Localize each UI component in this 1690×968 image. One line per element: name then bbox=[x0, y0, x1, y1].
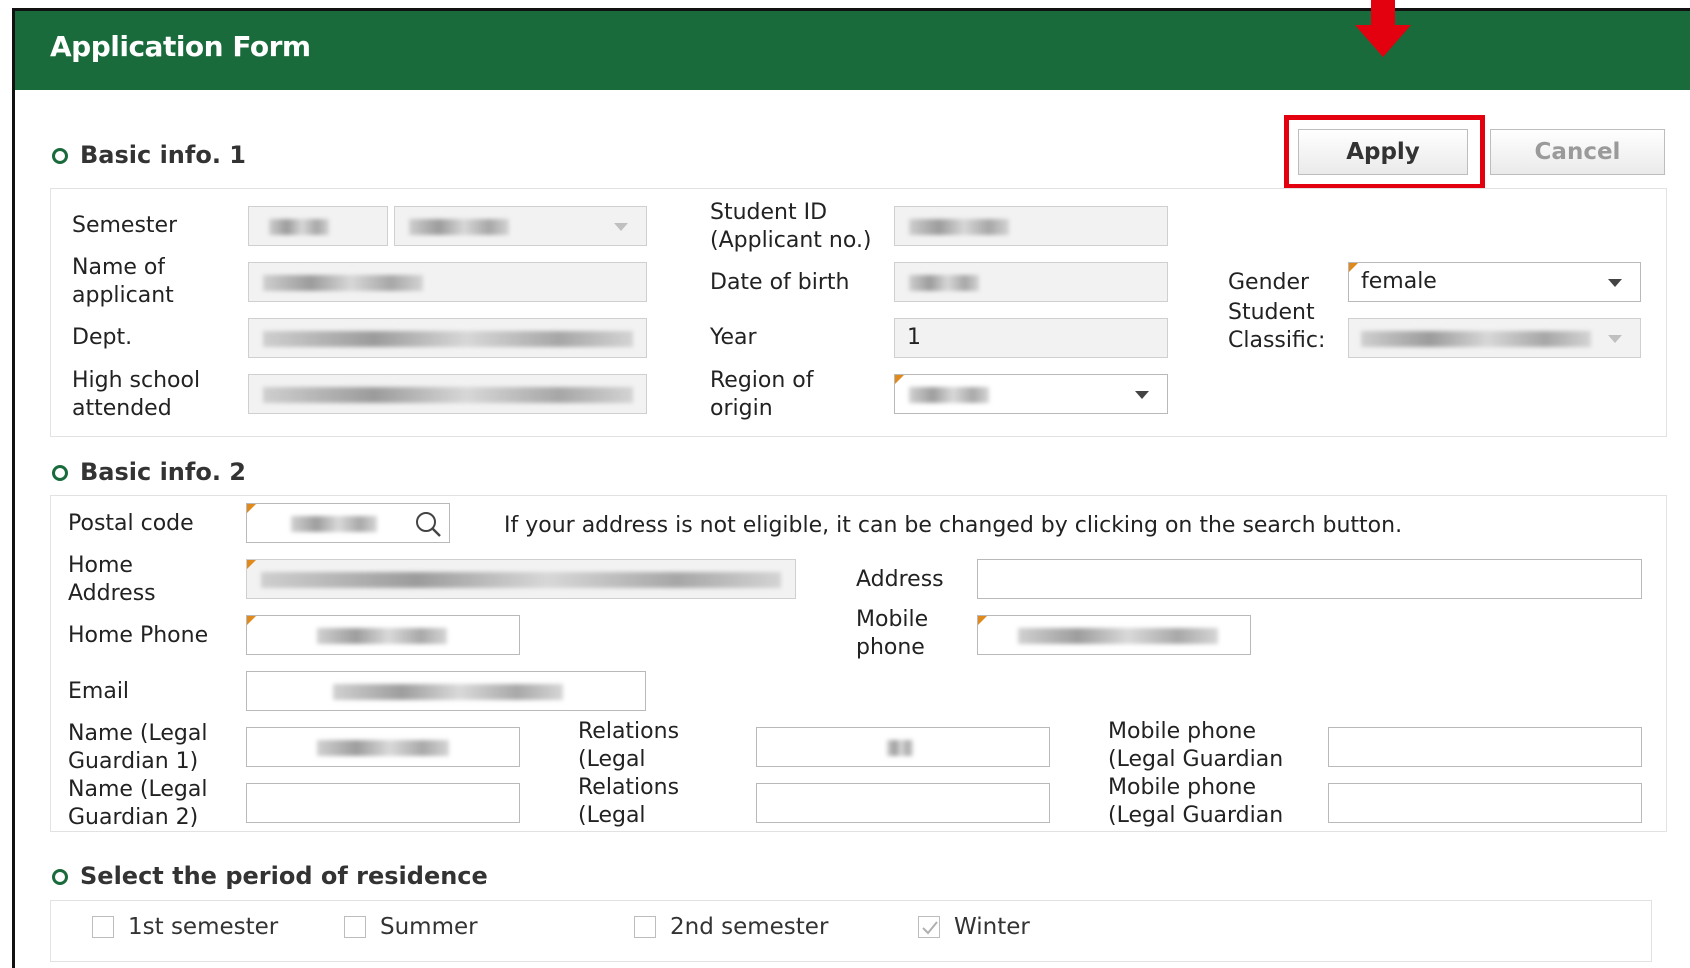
search-icon[interactable] bbox=[414, 510, 442, 538]
guardian1-mobile-field[interactable] bbox=[1328, 727, 1642, 767]
guardian1-name-field[interactable] bbox=[246, 727, 520, 767]
classific-select[interactable] bbox=[1348, 318, 1641, 358]
option-label-2nd-semester: 2nd semester bbox=[670, 914, 829, 940]
highschool-label-line2: attended bbox=[72, 396, 172, 421]
home-phone-label: Home Phone bbox=[68, 623, 209, 648]
region-label-line1: Region of bbox=[710, 368, 814, 393]
home-address-label-line2: Address bbox=[68, 581, 156, 606]
semester-label: Semester bbox=[72, 213, 178, 238]
dept-field[interactable] bbox=[248, 318, 647, 358]
form-title: Application Form bbox=[50, 30, 311, 63]
checkbox-1st-semester[interactable] bbox=[92, 916, 114, 938]
semester-term-select[interactable] bbox=[394, 206, 647, 246]
checkmark-icon bbox=[922, 921, 938, 935]
region-select[interactable] bbox=[894, 374, 1168, 414]
gender-label: Gender bbox=[1228, 270, 1310, 295]
semester-year-field[interactable] bbox=[248, 206, 388, 246]
highschool-label-line1: High school bbox=[72, 368, 201, 393]
postal-note: If your address is not eligible, it can … bbox=[504, 513, 1403, 538]
guardian1-mobile-label-line2: (Legal Guardian bbox=[1108, 747, 1284, 772]
section-bullet-icon bbox=[52, 148, 68, 164]
gender-value: female bbox=[1361, 269, 1437, 294]
option-label-summer: Summer bbox=[380, 914, 478, 940]
guardian1-relations-label-line2: (Legal bbox=[578, 747, 646, 772]
section-bullet-icon bbox=[52, 465, 68, 481]
student-id-label-line2: (Applicant no.) bbox=[710, 228, 872, 253]
section-title-period: Select the period of residence bbox=[80, 862, 488, 890]
guardian1-name-label-line2: Guardian 1) bbox=[68, 749, 199, 774]
year-label: Year bbox=[710, 325, 757, 350]
guardian2-mobile-label-line1: Mobile phone bbox=[1108, 775, 1257, 800]
gender-select[interactable]: female bbox=[1348, 262, 1641, 302]
address-label: Address bbox=[856, 567, 944, 592]
dob-label: Date of birth bbox=[710, 270, 850, 295]
student-id-label-line1: Student ID bbox=[710, 200, 828, 225]
guardian2-mobile-label-line2: (Legal Guardian bbox=[1108, 803, 1284, 828]
classific-label-line2: Classific: bbox=[1228, 328, 1326, 353]
guardian2-name-label-line1: Name (Legal bbox=[68, 777, 208, 802]
apply-button[interactable]: Apply bbox=[1298, 129, 1468, 175]
home-address-field[interactable] bbox=[246, 559, 796, 599]
period-panel bbox=[50, 900, 1652, 962]
guardian2-name-label-line2: Guardian 2) bbox=[68, 805, 199, 830]
region-label-line2: origin bbox=[710, 396, 773, 421]
name-label-line2: applicant bbox=[72, 283, 174, 308]
address-field[interactable] bbox=[977, 559, 1642, 599]
guardian1-relations-field[interactable] bbox=[756, 727, 1050, 767]
guardian1-mobile-label-line1: Mobile phone bbox=[1108, 719, 1257, 744]
home-address-label-line1: Home bbox=[68, 553, 133, 578]
email-label: Email bbox=[68, 679, 130, 704]
guardian2-mobile-field[interactable] bbox=[1328, 783, 1642, 823]
guardian2-relations-field[interactable] bbox=[756, 783, 1050, 823]
year-field[interactable]: 1 bbox=[894, 318, 1168, 358]
student-id-field[interactable] bbox=[894, 206, 1168, 246]
dob-field[interactable] bbox=[894, 262, 1168, 302]
dept-label: Dept. bbox=[72, 325, 133, 350]
section-title-basic2: Basic info. 2 bbox=[80, 458, 246, 486]
applicant-name-field[interactable] bbox=[248, 262, 647, 302]
guardian2-name-field[interactable] bbox=[246, 783, 520, 823]
option-label-1st-semester: 1st semester bbox=[128, 914, 279, 940]
checkbox-2nd-semester[interactable] bbox=[634, 916, 656, 938]
name-label-line1: Name of bbox=[72, 255, 166, 280]
mobile-label-line1: Mobile bbox=[856, 607, 929, 632]
highschool-field[interactable] bbox=[248, 374, 647, 414]
checkbox-winter[interactable] bbox=[918, 916, 940, 938]
email-field[interactable] bbox=[246, 671, 646, 711]
section-bullet-icon bbox=[52, 869, 68, 885]
classific-label-line1: Student bbox=[1228, 300, 1315, 325]
postal-label: Postal code bbox=[68, 511, 194, 536]
mobile-label-line2: phone bbox=[856, 635, 925, 660]
guardian1-relations-label-line1: Relations bbox=[578, 719, 680, 744]
option-label-winter: Winter bbox=[954, 914, 1030, 940]
down-arrow-icon bbox=[1355, 0, 1411, 57]
mobile-phone-field[interactable] bbox=[977, 615, 1251, 655]
section-title-basic1: Basic info. 1 bbox=[80, 141, 246, 169]
guardian2-relations-label-line1: Relations bbox=[578, 775, 680, 800]
home-phone-field[interactable] bbox=[246, 615, 520, 655]
cancel-button[interactable]: Cancel bbox=[1490, 129, 1665, 175]
guardian2-relations-label-line2: (Legal bbox=[578, 803, 646, 828]
checkbox-summer[interactable] bbox=[344, 916, 366, 938]
basic-info-2-panel bbox=[50, 495, 1667, 832]
guardian1-name-label-line1: Name (Legal bbox=[68, 721, 208, 746]
